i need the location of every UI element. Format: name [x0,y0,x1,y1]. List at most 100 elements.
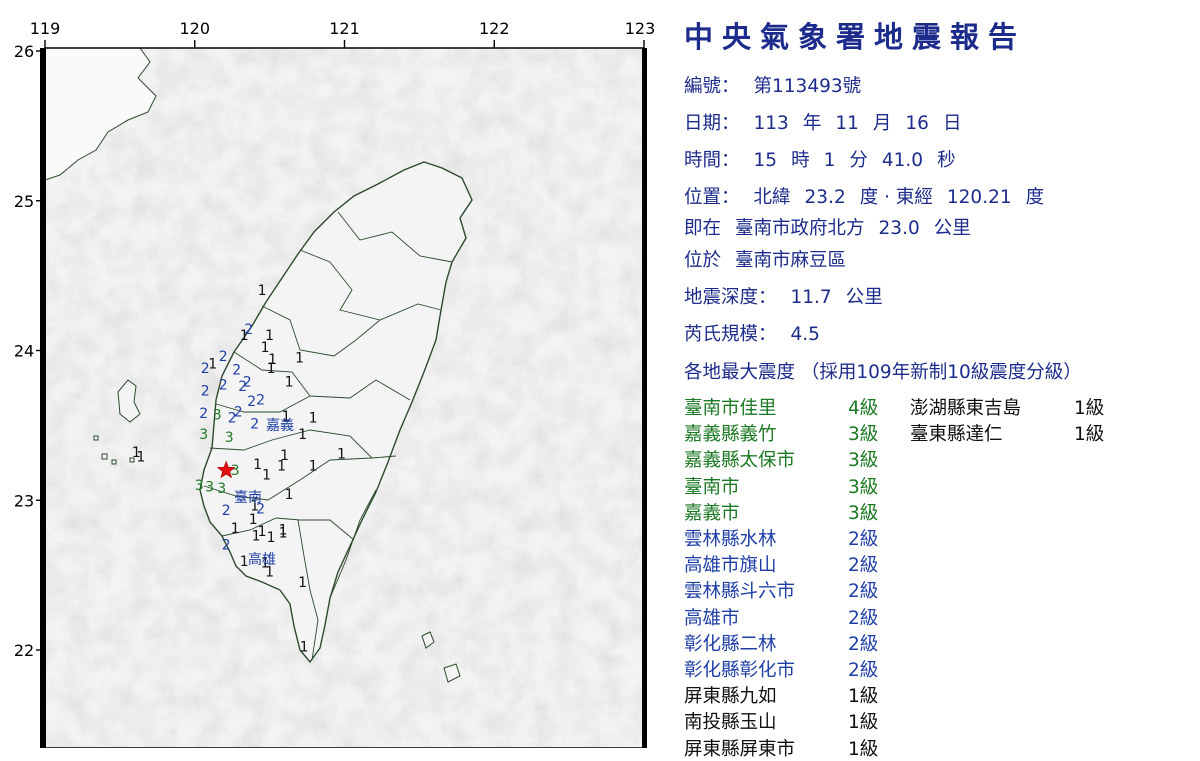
map-panel: 1211121211212221222232221133111131111133… [0,0,670,749]
station-name: 南投縣玉山 [684,712,777,734]
station-level: 1級 [848,686,879,708]
intensity-mark: 2 [222,503,231,519]
station-name: 臺南市 [684,476,740,498]
intensity-mark: 1 [279,526,288,542]
date-line: 日期： 113 年 11 月 16 日 [684,109,975,135]
intensity-mark: 3 [225,430,234,446]
intensity-mark: 1 [298,427,307,443]
date-month-unit: 月 [872,113,892,134]
station-name: 高雄市旗山 [684,555,777,577]
intensity-mark: 2 [219,377,228,393]
date-label: 日期： [684,113,740,134]
station-name: 彰化縣彰化市 [684,660,796,681]
lon-prefix: 度 · 東經 [859,187,933,208]
lon-tick-label: 123 [625,19,656,38]
station-level: 1級 [1074,424,1105,446]
station-name: 臺東縣達仁 [910,424,1003,446]
intensity-mark: 1 [267,361,276,377]
time-second-unit: 秒 [937,150,956,171]
report-number-line: 編號： 第113493號 [684,72,875,98]
station-level: 1級 [1074,398,1105,419]
intensity-mark: 1 [277,458,286,474]
intensity-mark: 1 [262,467,271,483]
station-level: 2級 [848,529,879,550]
intensity-mark: 2 [201,361,210,377]
station-level: 3級 [848,450,879,472]
date-day-unit: 日 [942,113,962,134]
intensity-mark: 2 [222,538,231,554]
lat-value: 23.2 [804,187,846,208]
depth-line: 地震深度： 11.7 公里 [684,283,897,309]
station-name: 澎湖縣東吉島 [910,398,1022,419]
intensity-mark: 3 [231,463,240,479]
lon-unit: 度 [1025,187,1045,208]
time-label: 時間： [684,150,740,171]
intensity-mark: 1 [309,410,318,426]
lat-tick-label: 26 [14,42,34,61]
date-year: 113 [753,113,789,134]
intensity-mark: 2 [228,410,237,426]
station-level: 2級 [848,660,879,681]
relative-location-line: 即在 臺南市政府北方 23.0 公里 [684,214,985,240]
intensity-mark: 1 [285,374,294,390]
intensity-mark: 1 [231,521,240,537]
position-line: 位置： 北緯 23.2 度 · 東經 120.21 度 [684,183,1058,209]
lat-prefix: 北緯 [753,187,791,208]
station-level: 2級 [848,607,879,629]
intensity-mark: 3 [195,478,204,494]
intensity-mark: 1 [285,487,294,503]
intensity-mark: 2 [256,392,265,408]
intensity-mark: 2 [247,394,256,410]
intensity-mark: 1 [258,283,267,299]
station-name: 屏東縣九如 [684,686,777,708]
station-name: 嘉義市 [684,502,740,524]
district-value: 臺南市麻豆區 [735,250,847,271]
intensity-mark: 3 [199,427,208,443]
city-label: 嘉義 [266,417,294,434]
report-panel: 中央氣象署地震報告 編號： 第113493號 日期： 113 年 11 月 16 日 時間： 1… [682,0,1200,760]
intensity-mark: 2 [219,349,228,365]
lon-tick-label: 122 [479,19,510,38]
date-month: 11 [835,113,859,134]
lat-tick-label: 23 [14,491,34,510]
station-level: 3級 [848,476,879,498]
depth-label: 地震深度： [684,287,777,308]
station-level: 2級 [848,581,879,603]
intensity-mark: 1 [252,529,261,545]
city-label: 高雄 [248,551,276,568]
station-level: 1級 [848,712,879,734]
position-label: 位置： [684,187,740,208]
station-level: 3級 [848,502,879,524]
time-minute-unit: 分 [849,150,868,171]
lat-tick-label: 24 [14,342,34,361]
magnitude-value: 4.5 [790,324,820,345]
lon-value: 120.21 [946,187,1012,208]
intensity-mark: 1 [295,350,304,366]
station-level: 4級 [848,398,879,419]
station-level: 2級 [848,633,879,655]
number-label: 編號： [684,76,740,97]
station-name: 嘉義縣義竹 [684,424,777,446]
magnitude-label: 芮氏規模： [684,324,777,345]
station-name: 高雄市 [684,607,740,629]
intensity-mark: 1 [240,328,249,344]
intensity-mark: 1 [309,458,318,474]
lat-tick-label: 22 [14,641,34,660]
station-level: 2級 [848,555,879,577]
intensity-mark: 2 [232,362,241,378]
intensity-mark: 1 [249,512,258,528]
intensity-mark: 3 [205,479,214,495]
distance-unit: 公里 [933,218,971,239]
district-line: 位於 臺南市麻豆區 [684,246,860,272]
station-name: 雲林縣斗六市 [684,581,796,603]
intensity-mark: 1 [300,639,309,655]
intensity-mark: 1 [298,575,307,591]
station-name: 臺南市佳里 [684,398,777,419]
city-label: 臺南 [234,490,262,506]
intensity-mark: 3 [217,481,226,497]
lon-tick-label: 119 [30,19,61,38]
reference-point: 臺南市政府北方 [735,218,865,239]
magnitude-line: 芮氏規模： 4.5 [684,320,834,346]
time-hour: 15 [753,150,778,171]
date-year-unit: 年 [802,113,822,134]
